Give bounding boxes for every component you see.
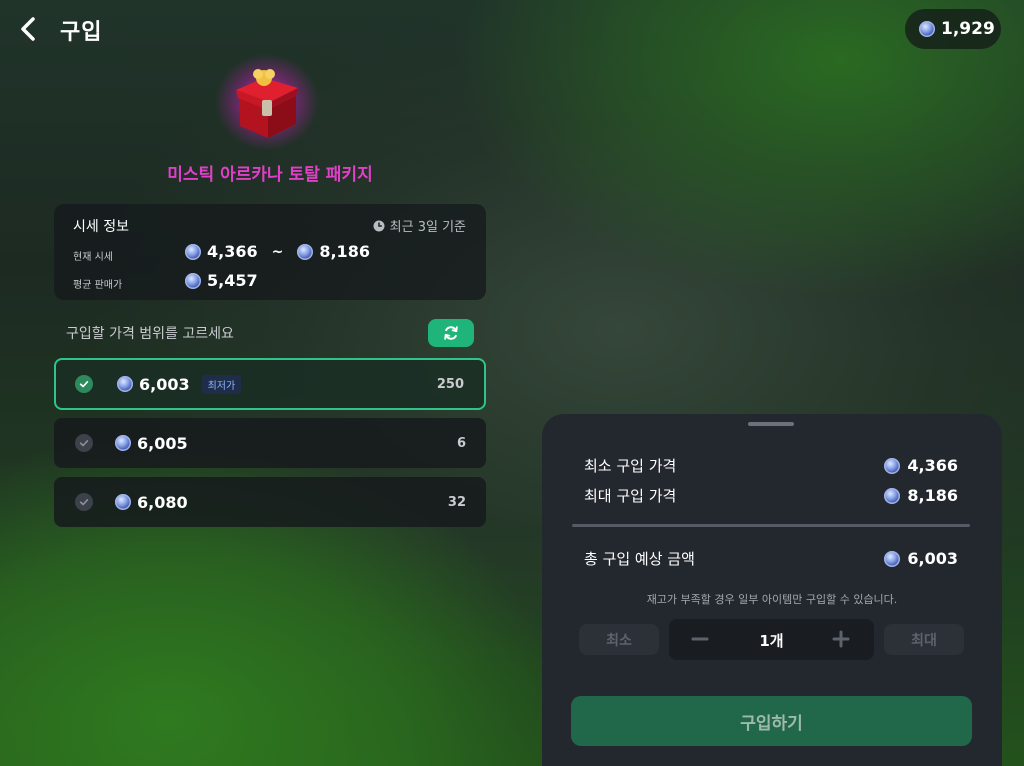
price-range-prompt: 구입할 가격 범위를 고르세요	[66, 326, 234, 342]
lowest-price-badge: 최저가	[201, 374, 242, 394]
refresh-icon	[444, 326, 458, 340]
total-price-row: 총 구입 예상 금액 6,003	[584, 548, 958, 569]
current-price-min: 4,366	[207, 242, 258, 261]
treasure-chest-icon	[215, 54, 319, 150]
option-price-value: 6,003	[139, 374, 190, 394]
chevron-left-icon	[21, 17, 35, 41]
average-price: 5,457	[185, 271, 258, 290]
market-info-card: 시세 정보 최근 3일 기준 현재 시세 4,366 ~ 8,186 평균 판매…	[54, 204, 486, 300]
max-price-label: 최대 구입 가격	[584, 487, 677, 505]
check-icon	[75, 375, 93, 393]
price-option[interactable]: 6,003 최저가 250	[54, 358, 486, 410]
page-title: 구입	[60, 20, 103, 45]
min-price-value: 4,366	[907, 456, 958, 475]
coin-icon	[185, 272, 201, 289]
coin-icon	[884, 550, 901, 567]
stock-notice: 재고가 부족할 경우 일부 아이템만 구입할 수 있습니다.	[646, 593, 898, 606]
coin-icon	[185, 243, 201, 260]
quantity-stepper: 1개	[669, 619, 874, 660]
balance-value: 1,929	[941, 19, 995, 39]
average-price-label: 평균 판매가	[73, 280, 123, 291]
refresh-button[interactable]	[428, 319, 474, 347]
current-price-label: 현재 시세	[73, 252, 113, 263]
coin-icon	[884, 487, 901, 504]
option-quantity: 6	[456, 435, 466, 451]
current-price-max: 8,186	[319, 242, 370, 261]
total-price-value: 6,003	[907, 549, 958, 568]
max-price-value: 8,186	[907, 486, 958, 505]
coin-icon	[884, 457, 901, 474]
total-price: 6,003	[884, 549, 958, 568]
market-period: 최근 3일 기준	[373, 216, 466, 235]
range-separator: ~	[271, 243, 284, 260]
option-price: 6,003 최저가	[117, 374, 242, 394]
max-price: 8,186	[884, 486, 958, 505]
back-button[interactable]	[14, 14, 44, 44]
market-period-label: 최근 3일 기준	[389, 220, 466, 235]
coin-icon	[115, 494, 131, 510]
min-price: 4,366	[884, 456, 958, 475]
coin-icon	[297, 243, 314, 260]
increase-button[interactable]	[825, 623, 857, 655]
min-quantity-button[interactable]: 최소	[579, 624, 659, 655]
current-price-range: 4,366 ~ 8,186	[185, 242, 370, 261]
check-icon	[75, 434, 93, 452]
option-quantity: 32	[447, 494, 466, 510]
price-option[interactable]: 6,005 6	[54, 418, 486, 468]
check-icon	[75, 493, 93, 511]
coin-icon	[115, 435, 131, 451]
panel-drag-handle[interactable]	[748, 422, 794, 426]
purchase-panel: 최소 구입 가격 4,366 최대 구입 가격 8,186 총 구입 예상 금액…	[542, 414, 1002, 766]
option-quantity: 250	[436, 376, 464, 392]
min-price-label: 최소 구입 가격	[584, 457, 677, 475]
option-price: 6,080	[115, 493, 188, 512]
coin-icon	[919, 21, 935, 37]
average-price-value: 5,457	[207, 271, 258, 290]
currency-balance: 1,929	[905, 9, 1001, 49]
max-price-row: 최대 구입 가격 8,186	[584, 485, 958, 506]
option-price: 6,005	[115, 434, 188, 453]
item-name: 미스틱 아르카나 토탈 패키지	[167, 165, 373, 185]
market-info-header: 시세 정보	[73, 219, 129, 235]
max-quantity-button[interactable]: 최대	[884, 624, 964, 655]
min-price-row: 최소 구입 가격 4,366	[584, 455, 958, 476]
option-price-value: 6,005	[137, 433, 188, 453]
buy-button[interactable]: 구입하기	[571, 696, 972, 746]
divider	[572, 524, 970, 527]
total-price-label: 총 구입 예상 금액	[584, 550, 695, 568]
price-option[interactable]: 6,080 32	[54, 477, 486, 527]
plus-icon	[832, 630, 850, 648]
clock-icon	[373, 220, 385, 231]
top-bar: 구입 1,929	[0, 0, 1024, 58]
coin-icon	[117, 376, 133, 392]
option-price-value: 6,080	[137, 492, 188, 512]
item-image	[212, 52, 322, 152]
